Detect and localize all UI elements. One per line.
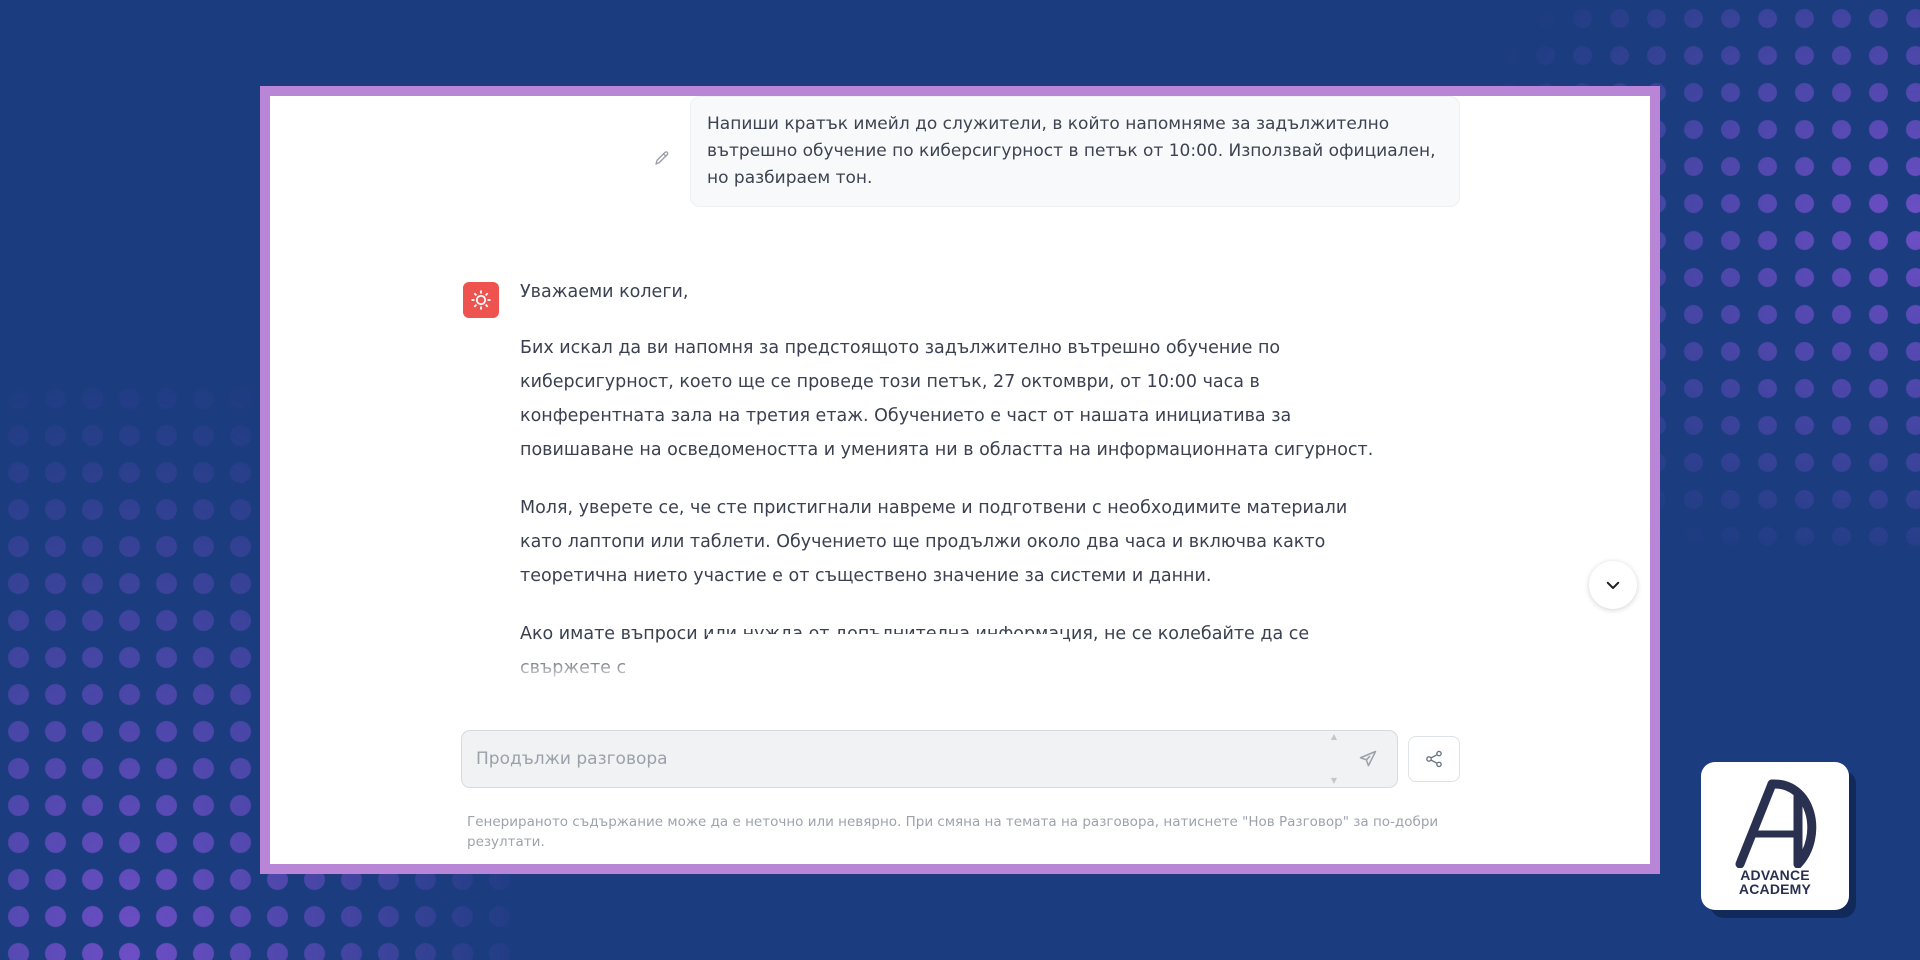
assistant-paragraph: Моля, уверете се, че сте пристигнали нав… xyxy=(520,498,1348,586)
assistant-message: Уважаеми колеги, Бих искал да ви напомня… xyxy=(463,266,1393,709)
share-button[interactable] xyxy=(1408,736,1460,782)
user-message: Напиши кратък имейл до служители, в койт… xyxy=(650,96,1460,207)
gear-icon xyxy=(471,290,491,310)
send-icon xyxy=(1359,750,1377,767)
composer-input[interactable] xyxy=(476,749,1355,769)
window-frame: Напиши кратък имейл до служители, в койт… xyxy=(260,86,1660,874)
send-button[interactable] xyxy=(1355,746,1381,772)
composer: ▲▼ xyxy=(461,730,1398,788)
share-icon xyxy=(1426,750,1442,768)
advance-academy-logo: ADVANCE ACADEMY xyxy=(1701,762,1849,910)
brand-line-1: ADVANCE xyxy=(1740,867,1810,883)
assistant-paragraph: Уважаеми колеги, xyxy=(520,282,689,302)
assistant-message-text: Уважаеми колеги, Бих искал да ви напомня… xyxy=(520,275,1393,685)
pencil-icon[interactable] xyxy=(650,146,674,170)
chat-window: Напиши кратък имейл до служители, в койт… xyxy=(270,96,1650,864)
assistant-paragraph: Бих искал да ви напомня за предстоящото … xyxy=(520,338,1374,460)
resize-handle[interactable]: ▲ ▼ xyxy=(1331,733,1337,785)
user-message-text: Напиши кратък имейл до служители, в койт… xyxy=(690,96,1460,207)
advance-academy-logo-mark xyxy=(1735,779,1817,868)
scroll-down-button[interactable] xyxy=(1589,561,1637,609)
disclaimer-text: Генерираното съдържание може да е неточн… xyxy=(467,814,1439,850)
brand-line-2: ACADEMY xyxy=(1738,881,1812,897)
text-occluder xyxy=(708,634,1063,700)
assistant-avatar xyxy=(463,282,499,318)
chevron-down-icon xyxy=(1606,581,1620,589)
